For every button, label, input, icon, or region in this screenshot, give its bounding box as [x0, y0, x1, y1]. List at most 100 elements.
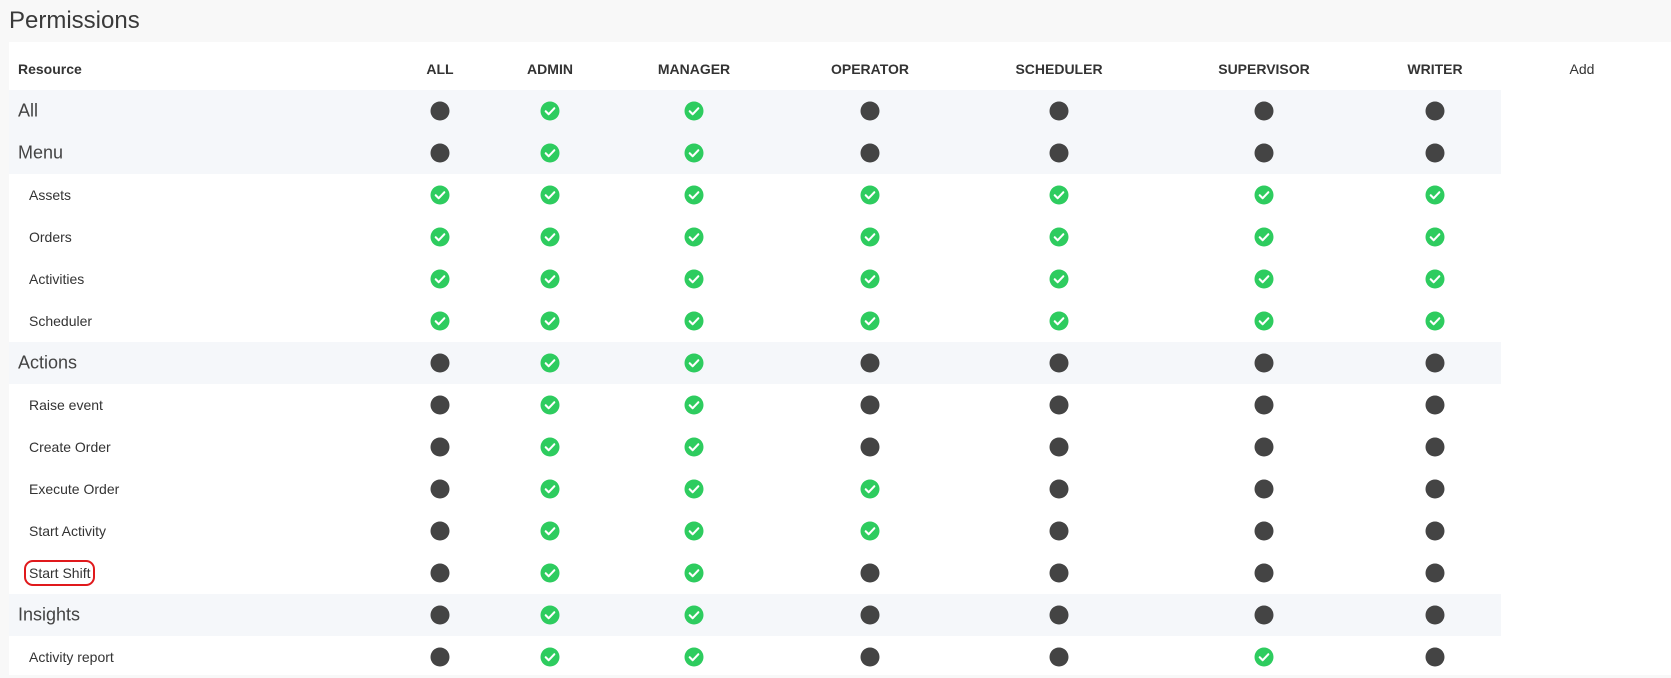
granted-check-icon-admin[interactable] — [540, 521, 560, 541]
granted-check-icon-supervisor[interactable] — [1254, 227, 1274, 247]
granted-check-icon-scheduler[interactable] — [1049, 311, 1069, 331]
granted-check-icon-admin[interactable] — [540, 563, 560, 583]
denied-dot-icon-supervisor[interactable] — [1254, 101, 1274, 121]
denied-dot-icon-scheduler[interactable] — [1049, 521, 1069, 541]
granted-check-icon-all[interactable] — [430, 185, 450, 205]
denied-dot-icon-writer[interactable] — [1425, 647, 1445, 667]
granted-check-icon-admin[interactable] — [540, 479, 560, 499]
granted-check-icon-manager[interactable] — [684, 269, 704, 289]
granted-check-icon-manager[interactable] — [684, 227, 704, 247]
granted-check-icon-supervisor[interactable] — [1254, 269, 1274, 289]
add-role-button[interactable]: Add — [1570, 61, 1595, 77]
denied-dot-icon-writer[interactable] — [1425, 143, 1445, 163]
granted-check-icon-all[interactable] — [430, 227, 450, 247]
denied-dot-icon-writer[interactable] — [1425, 563, 1445, 583]
denied-dot-icon-supervisor[interactable] — [1254, 395, 1274, 415]
granted-check-icon-manager[interactable] — [684, 437, 704, 457]
granted-check-icon-supervisor[interactable] — [1254, 185, 1274, 205]
denied-dot-icon-all[interactable] — [430, 101, 450, 121]
granted-check-icon-operator[interactable] — [860, 185, 880, 205]
granted-check-icon-scheduler[interactable] — [1049, 227, 1069, 247]
denied-dot-icon-supervisor[interactable] — [1254, 143, 1274, 163]
granted-check-icon-operator[interactable] — [860, 269, 880, 289]
denied-dot-icon-all[interactable] — [430, 395, 450, 415]
denied-dot-icon-operator[interactable] — [860, 395, 880, 415]
denied-dot-icon-writer[interactable] — [1425, 437, 1445, 457]
granted-check-icon-writer[interactable] — [1425, 269, 1445, 289]
denied-dot-icon-supervisor[interactable] — [1254, 605, 1274, 625]
granted-check-icon-admin[interactable] — [540, 269, 560, 289]
granted-check-icon-manager[interactable] — [684, 395, 704, 415]
denied-dot-icon-all[interactable] — [430, 143, 450, 163]
granted-check-icon-admin[interactable] — [540, 143, 560, 163]
denied-dot-icon-operator[interactable] — [860, 353, 880, 373]
granted-check-icon-all[interactable] — [430, 269, 450, 289]
granted-check-icon-manager[interactable] — [684, 479, 704, 499]
denied-dot-icon-writer[interactable] — [1425, 395, 1445, 415]
granted-check-icon-operator[interactable] — [860, 479, 880, 499]
granted-check-icon-scheduler[interactable] — [1049, 185, 1069, 205]
denied-dot-icon-supervisor[interactable] — [1254, 437, 1274, 457]
denied-dot-icon-writer[interactable] — [1425, 479, 1445, 499]
granted-check-icon-admin[interactable] — [540, 353, 560, 373]
denied-dot-icon-supervisor[interactable] — [1254, 353, 1274, 373]
granted-check-icon-operator[interactable] — [860, 311, 880, 331]
denied-dot-icon-writer[interactable] — [1425, 605, 1445, 625]
denied-dot-icon-all[interactable] — [430, 605, 450, 625]
denied-dot-icon-supervisor[interactable] — [1254, 479, 1274, 499]
denied-dot-icon-scheduler[interactable] — [1049, 605, 1069, 625]
granted-check-icon-manager[interactable] — [684, 563, 704, 583]
denied-dot-icon-scheduler[interactable] — [1049, 395, 1069, 415]
granted-check-icon-manager[interactable] — [684, 143, 704, 163]
denied-dot-icon-scheduler[interactable] — [1049, 437, 1069, 457]
denied-dot-icon-scheduler[interactable] — [1049, 353, 1069, 373]
denied-dot-icon-writer[interactable] — [1425, 101, 1445, 121]
denied-dot-icon-all[interactable] — [430, 479, 450, 499]
table-row-start-activity: Start Activity — [9, 510, 1501, 552]
denied-dot-icon-operator[interactable] — [860, 605, 880, 625]
granted-check-icon-scheduler[interactable] — [1049, 269, 1069, 289]
granted-check-icon-operator[interactable] — [860, 227, 880, 247]
granted-check-icon-admin[interactable] — [540, 605, 560, 625]
granted-check-icon-operator[interactable] — [860, 521, 880, 541]
granted-check-icon-admin[interactable] — [540, 101, 560, 121]
denied-dot-icon-operator[interactable] — [860, 563, 880, 583]
denied-dot-icon-supervisor[interactable] — [1254, 563, 1274, 583]
denied-dot-icon-operator[interactable] — [860, 143, 880, 163]
granted-check-icon-all[interactable] — [430, 311, 450, 331]
denied-dot-icon-writer[interactable] — [1425, 353, 1445, 373]
granted-check-icon-manager[interactable] — [684, 605, 704, 625]
granted-check-icon-manager[interactable] — [684, 185, 704, 205]
denied-dot-icon-operator[interactable] — [860, 437, 880, 457]
denied-dot-icon-scheduler[interactable] — [1049, 101, 1069, 121]
granted-check-icon-writer[interactable] — [1425, 311, 1445, 331]
granted-check-icon-admin[interactable] — [540, 311, 560, 331]
denied-dot-icon-scheduler[interactable] — [1049, 143, 1069, 163]
denied-dot-icon-operator[interactable] — [860, 647, 880, 667]
denied-dot-icon-scheduler[interactable] — [1049, 563, 1069, 583]
granted-check-icon-supervisor[interactable] — [1254, 647, 1274, 667]
granted-check-icon-manager[interactable] — [684, 521, 704, 541]
granted-check-icon-manager[interactable] — [684, 101, 704, 121]
granted-check-icon-manager[interactable] — [684, 311, 704, 331]
granted-check-icon-manager[interactable] — [684, 647, 704, 667]
denied-dot-icon-writer[interactable] — [1425, 521, 1445, 541]
denied-dot-icon-scheduler[interactable] — [1049, 647, 1069, 667]
granted-check-icon-admin[interactable] — [540, 185, 560, 205]
granted-check-icon-admin[interactable] — [540, 227, 560, 247]
denied-dot-icon-all[interactable] — [430, 563, 450, 583]
denied-dot-icon-supervisor[interactable] — [1254, 521, 1274, 541]
granted-check-icon-writer[interactable] — [1425, 185, 1445, 205]
denied-dot-icon-all[interactable] — [430, 521, 450, 541]
granted-check-icon-writer[interactable] — [1425, 227, 1445, 247]
granted-check-icon-admin[interactable] — [540, 647, 560, 667]
granted-check-icon-manager[interactable] — [684, 353, 704, 373]
denied-dot-icon-all[interactable] — [430, 437, 450, 457]
denied-dot-icon-scheduler[interactable] — [1049, 479, 1069, 499]
denied-dot-icon-all[interactable] — [430, 353, 450, 373]
granted-check-icon-admin[interactable] — [540, 437, 560, 457]
granted-check-icon-supervisor[interactable] — [1254, 311, 1274, 331]
granted-check-icon-admin[interactable] — [540, 395, 560, 415]
denied-dot-icon-operator[interactable] — [860, 101, 880, 121]
denied-dot-icon-all[interactable] — [430, 647, 450, 667]
